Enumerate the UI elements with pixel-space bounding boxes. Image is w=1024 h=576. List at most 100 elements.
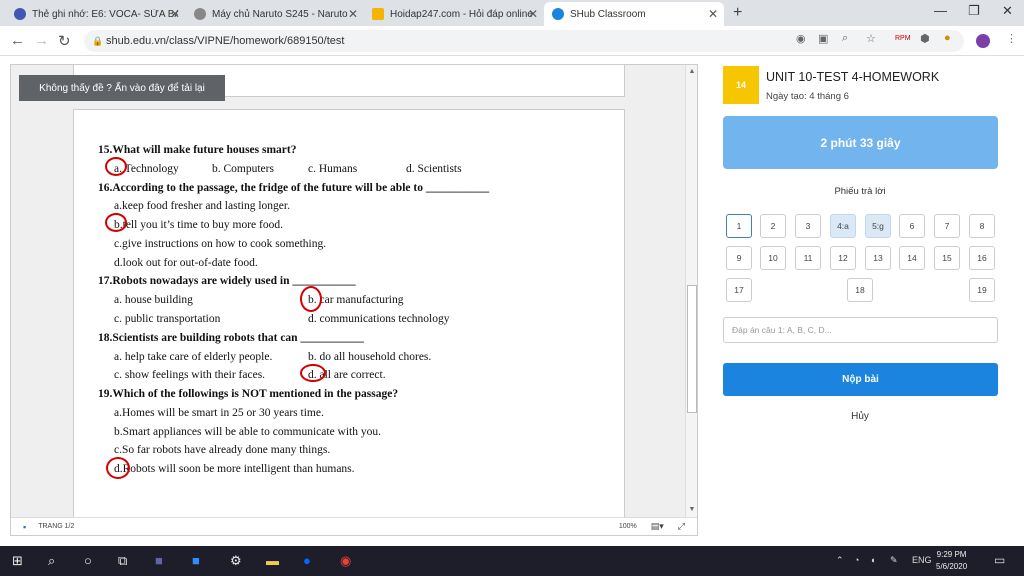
answer-box[interactable]: 16: [969, 246, 995, 270]
close-icon[interactable]: ✕: [528, 7, 538, 21]
answer-box[interactable]: 13: [865, 246, 891, 270]
notification-icon[interactable]: ▭: [994, 553, 1005, 567]
search-icon[interactable]: ⌕: [48, 553, 55, 569]
answer-box[interactable]: 19: [969, 278, 995, 302]
answer-box[interactable]: 18: [847, 278, 873, 302]
option: b.tell you it’s time to buy more food.: [114, 219, 283, 231]
option: b. car manufacturing: [308, 294, 404, 306]
minimize-icon[interactable]: —: [934, 3, 947, 18]
answer-box[interactable]: 5:g: [865, 214, 891, 238]
answer-input[interactable]: Đáp án câu 1: A, B, C, D...: [723, 317, 998, 343]
answer-box[interactable]: 9: [726, 246, 752, 270]
zalo-icon[interactable]: ●: [303, 553, 311, 568]
answer-box[interactable]: 6: [899, 214, 925, 238]
language-indicator[interactable]: ENG: [912, 555, 932, 565]
question-19: 19.Which of the followings is NOT mentio…: [98, 388, 399, 400]
tab-hoidap247[interactable]: Hoidap247.com - Hỏi đáp online ✕: [364, 2, 544, 26]
shield-icon[interactable]: ⬢: [920, 32, 930, 45]
chevron-up-icon[interactable]: ⌃: [836, 555, 844, 566]
menu-icon[interactable]: ⋮: [1006, 32, 1017, 45]
file-explorer-icon[interactable]: ▬: [266, 553, 279, 568]
window-close-icon[interactable]: ✕: [1002, 3, 1013, 19]
option: d. communications technology: [308, 313, 450, 325]
zoom-level[interactable]: 100%: [619, 523, 637, 530]
forward-icon[interactable]: →: [34, 32, 49, 49]
answer-box[interactable]: 2: [760, 214, 786, 238]
cancel-button[interactable]: Hủy: [710, 411, 1010, 422]
answer-box[interactable]: 17: [726, 278, 752, 302]
scrollbar-thumb[interactable]: [687, 285, 697, 413]
windows-start-icon[interactable]: ⊞: [12, 553, 23, 569]
settings-icon[interactable]: ⚙: [230, 553, 242, 569]
answer-box[interactable]: 12: [830, 246, 856, 270]
answer-box[interactable]: 7: [934, 214, 960, 238]
question-18: 18.Scientists are building robots that c…: [98, 332, 364, 344]
teams-icon[interactable]: ■: [155, 553, 163, 568]
answer-box[interactable]: 10: [760, 246, 786, 270]
option: d. Scientists: [406, 163, 462, 175]
answer-circle: [300, 286, 322, 312]
tab-title: Hoidap247.com - Hỏi đáp online: [390, 8, 533, 20]
scroll-down-icon[interactable]: ▼: [687, 505, 697, 515]
task-view-icon[interactable]: ⧉: [118, 553, 127, 569]
view-mode-icon[interactable]: ▤▾: [651, 521, 664, 532]
option: a.keep food fresher and lasting longer.: [114, 200, 290, 212]
close-icon[interactable]: ✕: [348, 7, 358, 21]
scroll-up-icon[interactable]: ▲: [687, 67, 697, 77]
browser-tab-bar: Thẻ ghi nhớ: E6: VOCA- SỬA BÀI ✕ Máy chủ…: [0, 0, 1024, 26]
answer-box[interactable]: 3: [795, 214, 821, 238]
option: c. Humans: [308, 163, 358, 175]
cortana-icon[interactable]: ○: [84, 553, 92, 568]
pen-icon[interactable]: ✎: [890, 555, 898, 566]
answer-box[interactable]: 8: [969, 214, 995, 238]
avatar[interactable]: [976, 34, 990, 48]
star-icon[interactable]: ☆: [866, 32, 876, 45]
quizlet-icon: [14, 8, 26, 20]
clock-date: 5/6/2020: [936, 562, 968, 571]
option: c.So far robots have already done many t…: [114, 444, 331, 456]
option: a. help take care of elderly people.: [114, 351, 273, 363]
tab-title: Máy chủ Naruto S245 - Naruto: [212, 8, 348, 20]
answer-box[interactable]: 15: [934, 246, 960, 270]
answer-box[interactable]: 4:a: [830, 214, 856, 238]
option: b. do all household chores.: [308, 351, 432, 363]
word-icon: ▪: [23, 521, 27, 532]
reload-icon[interactable]: ↻: [58, 32, 71, 50]
close-icon[interactable]: ✕: [170, 7, 180, 21]
created-date: Ngày tạo: 4 tháng 6: [766, 91, 849, 102]
cookie-icon[interactable]: ◉: [796, 32, 806, 45]
reload-document-button[interactable]: Không thấy đề ? Ấn vào đây để tải lại: [19, 75, 225, 101]
volume-icon[interactable]: ◖: [870, 555, 875, 565]
maximize-icon[interactable]: ❐: [968, 3, 980, 19]
network-icon[interactable]: ◔: [854, 555, 859, 565]
tab-quizlet[interactable]: Thẻ ghi nhớ: E6: VOCA- SỬA BÀI ✕: [6, 2, 186, 26]
homework-title: UNIT 10-TEST 4-HOMEWORK: [766, 70, 940, 84]
answer-box[interactable]: 1: [726, 214, 752, 238]
fullscreen-icon[interactable]: ⤢: [678, 521, 685, 532]
option: a. house building: [114, 294, 193, 306]
clock-time: 9:29 PM: [936, 550, 967, 559]
extension-icon[interactable]: RPM: [895, 35, 911, 42]
answer-circle: [106, 457, 130, 479]
submit-button[interactable]: Nộp bài: [723, 363, 998, 396]
taskbar: ⊞ ⌕ ○ ⧉ ■ ■ ⚙ ▬ ● ◉ ⌃ ◔ ◖ ✎ ENG 9:29 PM …: [0, 546, 1024, 576]
document-scrollbar[interactable]: ▲ ▼: [685, 65, 697, 517]
tab-shub[interactable]: SHub Classroom ✕: [544, 2, 724, 26]
cookie-extension-icon[interactable]: ●: [944, 32, 951, 44]
option: a.Homes will be smart in 25 or 30 years …: [114, 407, 324, 419]
back-icon[interactable]: ←: [10, 32, 25, 49]
answer-box[interactable]: 11: [795, 246, 821, 270]
zoom-app-icon[interactable]: ■: [192, 553, 200, 568]
answer-box[interactable]: 14: [899, 246, 925, 270]
system-clock[interactable]: 9:29 PM 5/6/2020: [936, 549, 967, 573]
tab-naruto[interactable]: Máy chủ Naruto S245 - Naruto ✕: [186, 2, 364, 26]
close-icon[interactable]: ✕: [708, 7, 718, 21]
document-page: 15.What will make future houses smart? a…: [73, 109, 625, 529]
question-15: 15.What will make future houses smart?: [98, 144, 297, 156]
zoom-icon[interactable]: ⌕: [842, 32, 848, 45]
class-badge: 14: [723, 66, 759, 104]
chrome-icon[interactable]: ◉: [340, 553, 351, 569]
new-tab-icon[interactable]: +: [733, 4, 742, 22]
translate-icon[interactable]: ▣: [818, 32, 828, 45]
url-input[interactable]: 🔒 shub.edu.vn/class/VIPNE/homework/68915…: [84, 30, 964, 52]
